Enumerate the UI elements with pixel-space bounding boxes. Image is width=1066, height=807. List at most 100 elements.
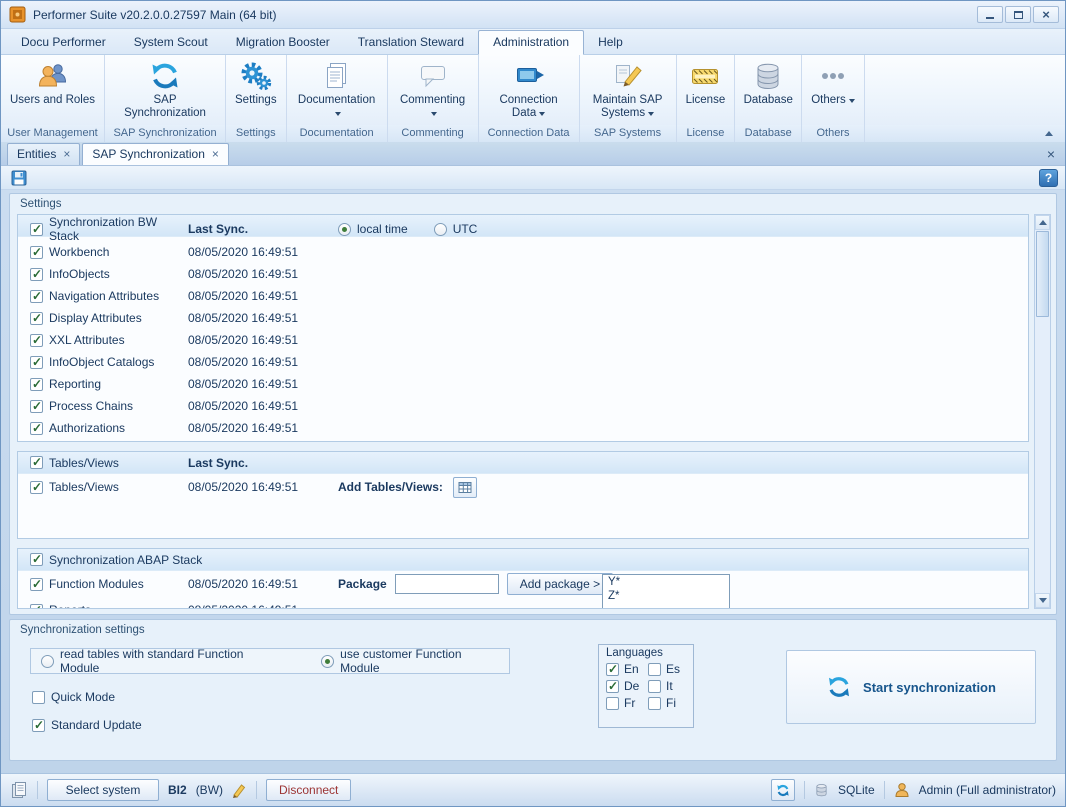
row-checkbox[interactable] [30, 312, 43, 325]
close-tab-icon[interactable]: × [212, 148, 219, 160]
row-checkbox[interactable] [30, 422, 43, 435]
ribbon-group-caption: User Management [1, 125, 104, 142]
dropdown-arrow-icon [648, 112, 654, 116]
database-button[interactable]: Database [735, 55, 801, 125]
others-button[interactable]: Others [802, 55, 864, 125]
ribbon-group-caption: Commenting [388, 125, 478, 142]
close-tab-icon[interactable]: × [63, 148, 70, 160]
add-package-button[interactable]: Add package > [507, 573, 613, 595]
database-type: SQLite [838, 783, 875, 797]
tables-views-checkbox[interactable] [30, 456, 43, 469]
scrollbar-track[interactable] [1035, 318, 1050, 593]
ribbon-group-caption: Settings [226, 125, 286, 142]
license-button[interactable]: License [677, 55, 735, 125]
start-synchronization-button[interactable]: Start synchronization [786, 650, 1036, 724]
package-list-item[interactable]: Z* [603, 589, 729, 603]
separator [804, 781, 805, 799]
language-option: En [606, 662, 644, 676]
scroll-down-button[interactable] [1035, 593, 1050, 608]
close-document-icon[interactable]: × [1043, 146, 1059, 162]
quick-mode-label: Quick Mode [51, 690, 115, 704]
language-checkbox-fi[interactable] [648, 697, 661, 710]
menu-tab-help[interactable]: Help [584, 31, 637, 54]
menu-tab-migration-booster[interactable]: Migration Booster [222, 31, 344, 54]
row-checkbox[interactable] [30, 334, 43, 347]
help-button[interactable]: ? [1039, 169, 1058, 187]
menu-tab-translation-steward[interactable]: Translation Steward [344, 31, 478, 54]
ribbon-group-database: Database Database [735, 55, 802, 142]
language-checkbox-it[interactable] [648, 680, 661, 693]
last-sync-timestamp: 08/05/2020 16:49:51 [188, 267, 338, 281]
sap-synchronization-button[interactable]: SAP Synchronization [105, 55, 225, 125]
ribbon-group-user-management: Users and Roles User Management [1, 55, 105, 142]
local-time-radio[interactable] [338, 223, 351, 236]
package-list[interactable]: Y* Z* [602, 574, 730, 609]
connection-data-button[interactable]: Connection Data [479, 55, 579, 125]
refresh-sync-button[interactable] [771, 779, 795, 801]
row-checkbox[interactable] [30, 356, 43, 369]
database-icon [814, 782, 829, 798]
settings-button[interactable]: Settings [226, 55, 286, 125]
row-checkbox[interactable] [30, 378, 43, 391]
users-and-roles-button[interactable]: Users and Roles [1, 55, 104, 125]
row-label: Display Attributes [49, 311, 142, 325]
row-checkbox[interactable] [30, 268, 43, 281]
menu-tab-docu-performer[interactable]: Docu Performer [7, 31, 120, 54]
collapse-ribbon-icon[interactable] [1045, 131, 1053, 136]
minimize-button[interactable] [977, 6, 1003, 23]
row-checkbox[interactable] [30, 400, 43, 413]
separator [37, 781, 38, 799]
row-checkbox[interactable] [30, 246, 43, 259]
save-button[interactable] [8, 168, 29, 188]
table-icon [458, 481, 472, 494]
row-label: Navigation Attributes [49, 289, 159, 303]
package-list-item[interactable]: Y* [603, 575, 729, 589]
utc-radio[interactable] [434, 223, 447, 236]
last-sync-timestamp: 08/05/2020 16:49:51 [188, 245, 338, 259]
ribbon-group-settings: Settings Settings [226, 55, 287, 142]
row-checkbox[interactable] [30, 578, 43, 591]
ribbon-group-documentation: Documentation Documentation [287, 55, 388, 142]
ribbon-group-sap-systems: Maintain SAP Systems SAP Systems [580, 55, 677, 142]
vertical-scrollbar[interactable] [1034, 214, 1051, 609]
close-icon: × [1042, 8, 1050, 21]
row-checkbox[interactable] [30, 290, 43, 303]
ribbon-button-label: Commenting [397, 94, 469, 120]
language-checkbox-en[interactable] [606, 663, 619, 676]
bw-stack-checkbox[interactable] [30, 223, 43, 236]
add-tables-views-button[interactable] [453, 477, 477, 498]
menu-tab-system-scout[interactable]: System Scout [120, 31, 222, 54]
language-checkbox-de[interactable] [606, 680, 619, 693]
tab-sap-synchronization[interactable]: SAP Synchronization × [82, 143, 229, 165]
maintain-sap-systems-button[interactable]: Maintain SAP Systems [580, 55, 676, 125]
pencil-icon[interactable] [232, 783, 247, 798]
customer-function-module-radio[interactable] [321, 655, 334, 668]
scroll-up-button[interactable] [1035, 215, 1050, 230]
documents-icon[interactable] [10, 781, 28, 799]
maximize-icon [1014, 11, 1023, 19]
maximize-button[interactable] [1005, 6, 1031, 23]
menu-tab-administration[interactable]: Administration [478, 30, 584, 55]
close-button[interactable]: × [1033, 6, 1059, 23]
quick-mode-checkbox[interactable] [32, 691, 45, 704]
package-input[interactable] [395, 574, 499, 594]
row-label: Tables/Views [49, 480, 119, 494]
standard-update-checkbox[interactable] [32, 719, 45, 732]
standard-function-module-radio[interactable] [41, 655, 54, 668]
disconnect-button[interactable]: Disconnect [266, 779, 351, 801]
language-checkbox-es[interactable] [648, 663, 661, 676]
scrollbar-thumb[interactable] [1036, 231, 1049, 317]
language-checkbox-fr[interactable] [606, 697, 619, 710]
select-system-button[interactable]: Select system [47, 779, 159, 801]
row-checkbox[interactable] [30, 604, 43, 609]
last-sync-timestamp: 08/05/2020 16:49:51 [188, 399, 338, 413]
commenting-button[interactable]: Commenting [388, 55, 478, 125]
row-checkbox[interactable] [30, 481, 43, 494]
abap-stack-checkbox[interactable] [30, 553, 43, 566]
tab-label: Entities [17, 147, 56, 161]
tab-entities[interactable]: Entities × [7, 143, 80, 165]
bw-row: Authorizations 08/05/2020 16:49:51 [18, 417, 1028, 439]
bw-stack-section: Synchronization BW Stack Last Sync. loca… [17, 214, 1029, 442]
documentation-button[interactable]: Documentation [287, 55, 387, 125]
bw-row: Reporting 08/05/2020 16:49:51 [18, 373, 1028, 395]
